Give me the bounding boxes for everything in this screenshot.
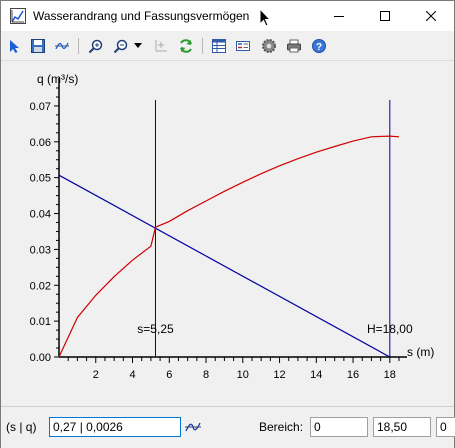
- app-window: Wasserandrang und Fassungsvermögen ? 0.0…: [0, 0, 455, 448]
- y-tick-label: 0.01: [30, 316, 51, 328]
- save-button[interactable]: [28, 36, 48, 56]
- print-icon: [287, 39, 301, 53]
- chart[interactable]: 0.00 0.01 0.02 0.03 0.04 0.05 0.06 0.07 2 4 6 8 10 12…: [1, 61, 454, 406]
- maximize-icon: [380, 11, 390, 21]
- help-button[interactable]: ?: [309, 36, 329, 56]
- x-tick-label: 10: [237, 369, 249, 381]
- series-line-0: [58, 174, 391, 358]
- x-axis-label: s (m): [407, 345, 434, 359]
- save-icon: [31, 39, 45, 53]
- close-icon: [426, 11, 436, 21]
- range-to-input[interactable]: 18,50: [373, 417, 431, 437]
- title-bar[interactable]: Wasserandrang und Fassungsvermögen: [1, 1, 454, 31]
- y-tick-label: 0.03: [30, 244, 51, 256]
- legend-button[interactable]: [233, 36, 253, 56]
- svg-text:?: ?: [316, 42, 322, 53]
- print-button[interactable]: [284, 36, 304, 56]
- maximize-button[interactable]: [362, 1, 408, 31]
- x-tick-label: 2: [93, 369, 99, 381]
- y-tick-label: 0.05: [30, 173, 51, 185]
- x-tick-label: 18: [384, 369, 396, 381]
- move-axes-icon: [155, 40, 167, 52]
- zoom-options-icon: [113, 39, 128, 54]
- minimize-button[interactable]: [316, 1, 362, 31]
- status-bar: (s | q) 0,27 | 0,0026 Bereich: 0 18,50 0: [1, 406, 455, 448]
- zoom-dropdown-button[interactable]: [132, 36, 144, 56]
- curve-tool-button[interactable]: [52, 36, 72, 56]
- pointer-tool-button[interactable]: [5, 36, 25, 56]
- curve-select-button[interactable]: [184, 419, 202, 435]
- x-tick-label: 8: [203, 369, 209, 381]
- table-icon: [212, 39, 226, 53]
- x-tick-label: 14: [310, 369, 322, 381]
- x-tick-label: 6: [166, 369, 172, 381]
- refresh-button[interactable]: [176, 36, 196, 56]
- y-tick-label: 0.02: [30, 280, 51, 292]
- minimize-icon: [334, 16, 344, 17]
- help-icon: ?: [312, 39, 326, 53]
- curve-icon: [55, 42, 69, 50]
- x-tick-label: 4: [129, 369, 135, 381]
- toolbar-separator: [78, 38, 79, 54]
- y-axis-label: q (m³/s): [37, 72, 78, 86]
- range-from-input[interactable]: 0: [310, 417, 368, 437]
- y-tick-label: 0.04: [30, 209, 51, 221]
- y-tick-label: 0.06: [30, 137, 51, 149]
- zoom-icon: [88, 39, 103, 54]
- x-tick-label: 16: [347, 369, 359, 381]
- app-chart-icon: [10, 8, 26, 24]
- settings-button[interactable]: [259, 36, 279, 56]
- y-tick-label: 0.00: [30, 352, 51, 364]
- x-tick-label: 12: [273, 369, 285, 381]
- y-tick-label: 0.07: [30, 101, 51, 113]
- range-label: Bereich:: [259, 420, 304, 434]
- range-extra-input[interactable]: 0: [436, 417, 455, 437]
- table-button[interactable]: [209, 36, 229, 56]
- marker-label: s=5,25: [137, 322, 174, 336]
- pointer-icon: [10, 40, 19, 53]
- plot-area[interactable]: 0.00 0.01 0.02 0.03 0.04 0.05 0.06 0.07 2 4 6 8 10 12…: [1, 61, 454, 406]
- zoom-button[interactable]: [86, 36, 106, 56]
- settings-icon: [262, 39, 276, 53]
- refresh-icon: [180, 39, 192, 53]
- toolbar-separator: [202, 38, 203, 54]
- curve-select-icon: [185, 422, 201, 432]
- zoom-options-button[interactable]: [111, 36, 131, 56]
- marker-label: H=18,00: [367, 322, 413, 336]
- window-title: Wasserandrang und Fassungsvermögen: [33, 9, 250, 23]
- dropdown-arrow-icon: [134, 43, 142, 48]
- coord-input[interactable]: 0,27 | 0,0026: [49, 417, 181, 437]
- move-axes-button[interactable]: [151, 36, 171, 56]
- toolbar: ?: [1, 32, 454, 61]
- close-button[interactable]: [408, 1, 454, 31]
- series-line-1: [58, 135, 400, 358]
- mouse-cursor-icon: [259, 8, 271, 27]
- legend-icon: [236, 41, 250, 51]
- coord-label: (s | q): [6, 420, 37, 434]
